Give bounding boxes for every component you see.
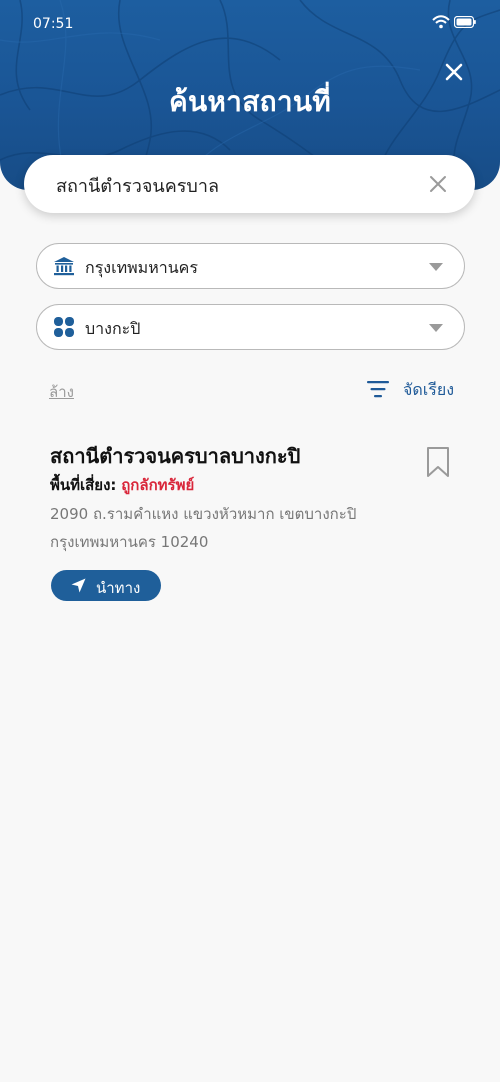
chevron-down-icon bbox=[429, 324, 443, 332]
clear-filters-link[interactable]: ล้าง bbox=[49, 380, 74, 404]
wifi-icon bbox=[432, 15, 450, 29]
risk-label: พื้นที่เสี่ยง: bbox=[50, 476, 117, 494]
government-building-icon bbox=[54, 257, 74, 276]
province-select[interactable]: กรุงเทพมหานคร bbox=[36, 243, 465, 289]
address-line-1: 2090 ถ.รามคำแหง แขวงหัวหมาก เขตบางกะปิ bbox=[50, 505, 357, 523]
result-title: สถานีตำรวจนครบาลบางกะปิ bbox=[50, 444, 301, 468]
search-box bbox=[24, 155, 475, 213]
district-label: บางกะปิ bbox=[85, 319, 141, 338]
page-title: ค้นหาสถานที่ bbox=[168, 85, 332, 118]
sort-label: จัดเรียง bbox=[403, 380, 455, 399]
navigate-button[interactable]: นำทาง bbox=[51, 570, 161, 601]
battery-icon bbox=[454, 16, 476, 28]
province-label: กรุงเทพมหานคร bbox=[85, 258, 198, 277]
search-input[interactable] bbox=[54, 167, 418, 203]
risk-row: พื้นที่เสี่ยง: ถูกลักทรัพย์ bbox=[50, 473, 194, 497]
sort-icon bbox=[367, 381, 389, 398]
address: 2090 ถ.รามคำแหง แขวงหัวหมาก เขตบางกะปิ ก… bbox=[50, 500, 390, 556]
status-bar: 07:51 bbox=[0, 0, 500, 50]
close-icon[interactable] bbox=[440, 58, 468, 86]
navigate-label: นำทาง bbox=[96, 579, 141, 597]
district-grid-icon bbox=[54, 317, 74, 337]
address-line-2: กรุงเทพมหานคร 10240 bbox=[50, 533, 209, 551]
navigation-arrow-icon bbox=[71, 578, 86, 593]
bookmark-icon[interactable] bbox=[426, 446, 450, 478]
clear-icon[interactable] bbox=[428, 174, 448, 194]
status-time: 07:51 bbox=[33, 16, 74, 32]
chevron-down-icon bbox=[429, 263, 443, 271]
district-select[interactable]: บางกะปิ bbox=[36, 304, 465, 350]
risk-value: ถูกลักทรัพย์ bbox=[121, 476, 195, 494]
result-item[interactable]: สถานีตำรวจนครบาลบางกะปิ พื้นที่เสี่ยง: ถ… bbox=[0, 430, 500, 620]
